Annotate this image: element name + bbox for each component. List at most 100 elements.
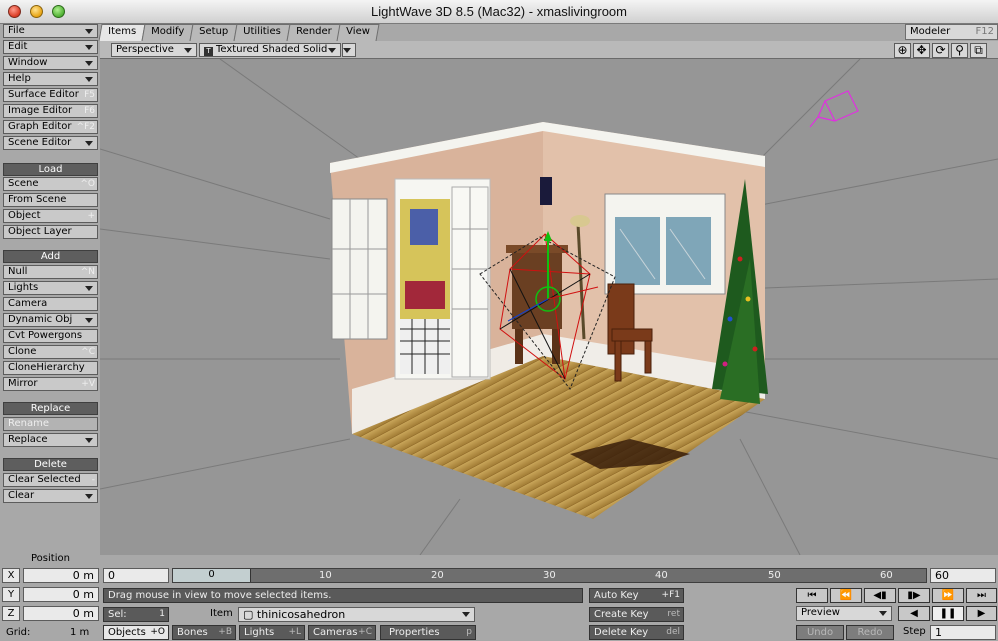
current-item-select[interactable]: ▢ thinicosahedron — [238, 607, 475, 622]
object-icon: ▢ — [243, 608, 254, 621]
view-mode-select[interactable]: Perspective — [111, 43, 197, 57]
redo-button[interactable]: Redo — [846, 625, 894, 640]
position-label: Position — [31, 553, 70, 564]
timeline-end-field[interactable]: 60 — [930, 568, 996, 583]
load-object-button[interactable]: Object + — [3, 209, 98, 223]
add-dynamic-obj-menu[interactable]: Dynamic Obj — [3, 313, 98, 327]
z-position-field[interactable]: 0 m — [23, 606, 99, 621]
camera-object — [809, 90, 859, 128]
tab-items[interactable]: Items — [98, 24, 146, 41]
edit-menu[interactable]: Edit — [3, 40, 98, 54]
grid-label: Grid: — [6, 627, 31, 638]
replace-menu[interactable]: Replace — [3, 433, 98, 447]
previous-key-icon[interactable]: ⏪ — [830, 588, 862, 603]
perspective-viewport[interactable] — [100, 59, 998, 555]
surface-editor-button[interactable]: Surface Editor F5 — [3, 88, 98, 102]
image-editor-button[interactable]: Image Editor F6 — [3, 104, 98, 118]
last-frame-icon[interactable]: ⏭ — [966, 588, 997, 603]
file-menu[interactable]: File — [3, 24, 98, 38]
selection-count: Sel: 1 — [103, 607, 169, 622]
timeline-tick: 30 — [543, 570, 556, 581]
timeline-slider[interactable]: 0 10 20 30 40 50 60 — [172, 568, 927, 583]
graph-editor-button[interactable]: Graph Editor ^F2 — [3, 120, 98, 134]
previous-frame-icon[interactable]: ◀▮ — [864, 588, 896, 603]
timeline-tick: 20 — [431, 570, 444, 581]
add-null-button[interactable]: Null ^N — [3, 265, 98, 279]
preview-menu[interactable]: Preview — [796, 606, 892, 621]
rotate-view-icon[interactable]: ⟳ — [932, 43, 949, 58]
help-menu[interactable]: Help — [3, 72, 98, 86]
scene-render — [100, 59, 998, 555]
timeline-tick: 10 — [319, 570, 332, 581]
timeline-current-frame[interactable]: 0 — [173, 569, 251, 582]
tab-bar: Items Modify Setup Utilities Render View — [98, 24, 380, 41]
cameras-mode-button[interactable]: Cameras +C — [308, 625, 376, 640]
maximize-viewport-icon[interactable]: ⧉ — [970, 43, 987, 58]
clone-button[interactable]: Clone ^C — [3, 345, 98, 359]
center-view-icon[interactable]: ✥ — [913, 43, 930, 58]
z-axis-toggle[interactable]: Z — [2, 606, 20, 621]
clear-selected-button[interactable]: Clear Selected - — [3, 473, 98, 487]
timeline-tick: 40 — [655, 570, 668, 581]
step-label: Step — [903, 626, 926, 637]
play-reverse-icon[interactable]: ◀ — [898, 606, 930, 621]
tab-render[interactable]: Render — [286, 24, 341, 41]
timeline-tick: 50 — [768, 570, 781, 581]
y-position-field[interactable]: 0 m — [23, 587, 99, 602]
objects-mode-button[interactable]: Objects +O — [103, 625, 169, 640]
auto-key-button[interactable]: Auto Key +F1 — [589, 588, 684, 603]
timeline-tick: 60 — [880, 570, 893, 581]
window-menu[interactable]: Window — [3, 56, 98, 70]
tab-setup[interactable]: Setup — [189, 24, 238, 41]
item-label: Item — [210, 608, 233, 619]
load-from-scene-button[interactable]: From Scene — [3, 193, 98, 207]
create-key-button[interactable]: Create Key ret — [589, 607, 684, 622]
tab-utilities[interactable]: Utilities — [233, 24, 291, 41]
zoom-view-icon[interactable]: ⚲ — [951, 43, 968, 58]
add-camera-button[interactable]: Camera — [3, 297, 98, 311]
cvt-powergons-button[interactable]: Cvt Powergons — [3, 329, 98, 343]
grid-size-value: 1 m — [70, 627, 90, 638]
textured-solid-icon: T — [204, 47, 213, 56]
load-heading: Load — [3, 163, 98, 176]
next-frame-icon[interactable]: ▮▶ — [898, 588, 930, 603]
load-scene-button[interactable]: Scene ^O — [3, 177, 98, 191]
move-view-icon[interactable]: ⊕ — [894, 43, 911, 58]
x-axis-toggle[interactable]: X — [2, 568, 20, 583]
modeler-button[interactable]: Modeler F12 — [905, 24, 998, 40]
render-mode-select[interactable]: T Textured Shaded Solid — [199, 43, 341, 57]
add-lights-menu[interactable]: Lights — [3, 281, 98, 295]
timeline-start-field[interactable]: 0 — [103, 568, 169, 583]
tab-view[interactable]: View — [336, 24, 380, 41]
pause-icon[interactable]: ❚❚ — [932, 606, 964, 621]
first-frame-icon[interactable]: ⏮ — [796, 588, 828, 603]
title-bar: LightWave 3D 8.5 (Mac32) - xmaslivingroo… — [0, 0, 998, 24]
scene-editor-button[interactable]: Scene Editor — [3, 136, 98, 150]
delete-key-button[interactable]: Delete Key del — [589, 625, 684, 640]
delete-heading: Delete — [3, 458, 98, 471]
left-toolbar: File Edit Window Help Surface Editor F5 I… — [0, 24, 100, 641]
undo-button[interactable]: Undo — [796, 625, 844, 640]
next-key-icon[interactable]: ⏩ — [932, 588, 964, 603]
play-forward-icon[interactable]: ▶ — [966, 606, 997, 621]
y-axis-toggle[interactable]: Y — [2, 587, 20, 602]
load-object-layer-button[interactable]: Object Layer — [3, 225, 98, 239]
tab-modify[interactable]: Modify — [141, 24, 194, 41]
mirror-button[interactable]: Mirror +V — [3, 377, 98, 391]
replace-heading: Replace — [3, 402, 98, 415]
bottom-panel: Position X 0 m Y 0 m Z 0 m Grid: 1 m 0 0… — [0, 553, 998, 641]
clear-menu[interactable]: Clear — [3, 489, 98, 503]
clone-hierarchy-button[interactable]: CloneHierarchy — [3, 361, 98, 375]
chevron-down-icon — [462, 612, 470, 617]
viewport-toolbar: Perspective T Textured Shaded Solid ⊕ ✥ ⟳… — [100, 41, 998, 59]
bones-mode-button[interactable]: Bones +B — [172, 625, 236, 640]
x-position-field[interactable]: 0 m — [23, 568, 99, 583]
window-title: LightWave 3D 8.5 (Mac32) - xmaslivingroo… — [371, 4, 627, 19]
viewport-options-menu[interactable] — [342, 43, 356, 57]
properties-button[interactable]: Properties p — [380, 625, 476, 640]
lights-mode-button[interactable]: Lights +L — [239, 625, 305, 640]
status-message: Drag mouse in view to move selected item… — [103, 588, 583, 603]
rename-button[interactable]: Rename — [3, 417, 98, 431]
step-field[interactable]: 1 — [930, 625, 996, 640]
add-heading: Add — [3, 250, 98, 263]
